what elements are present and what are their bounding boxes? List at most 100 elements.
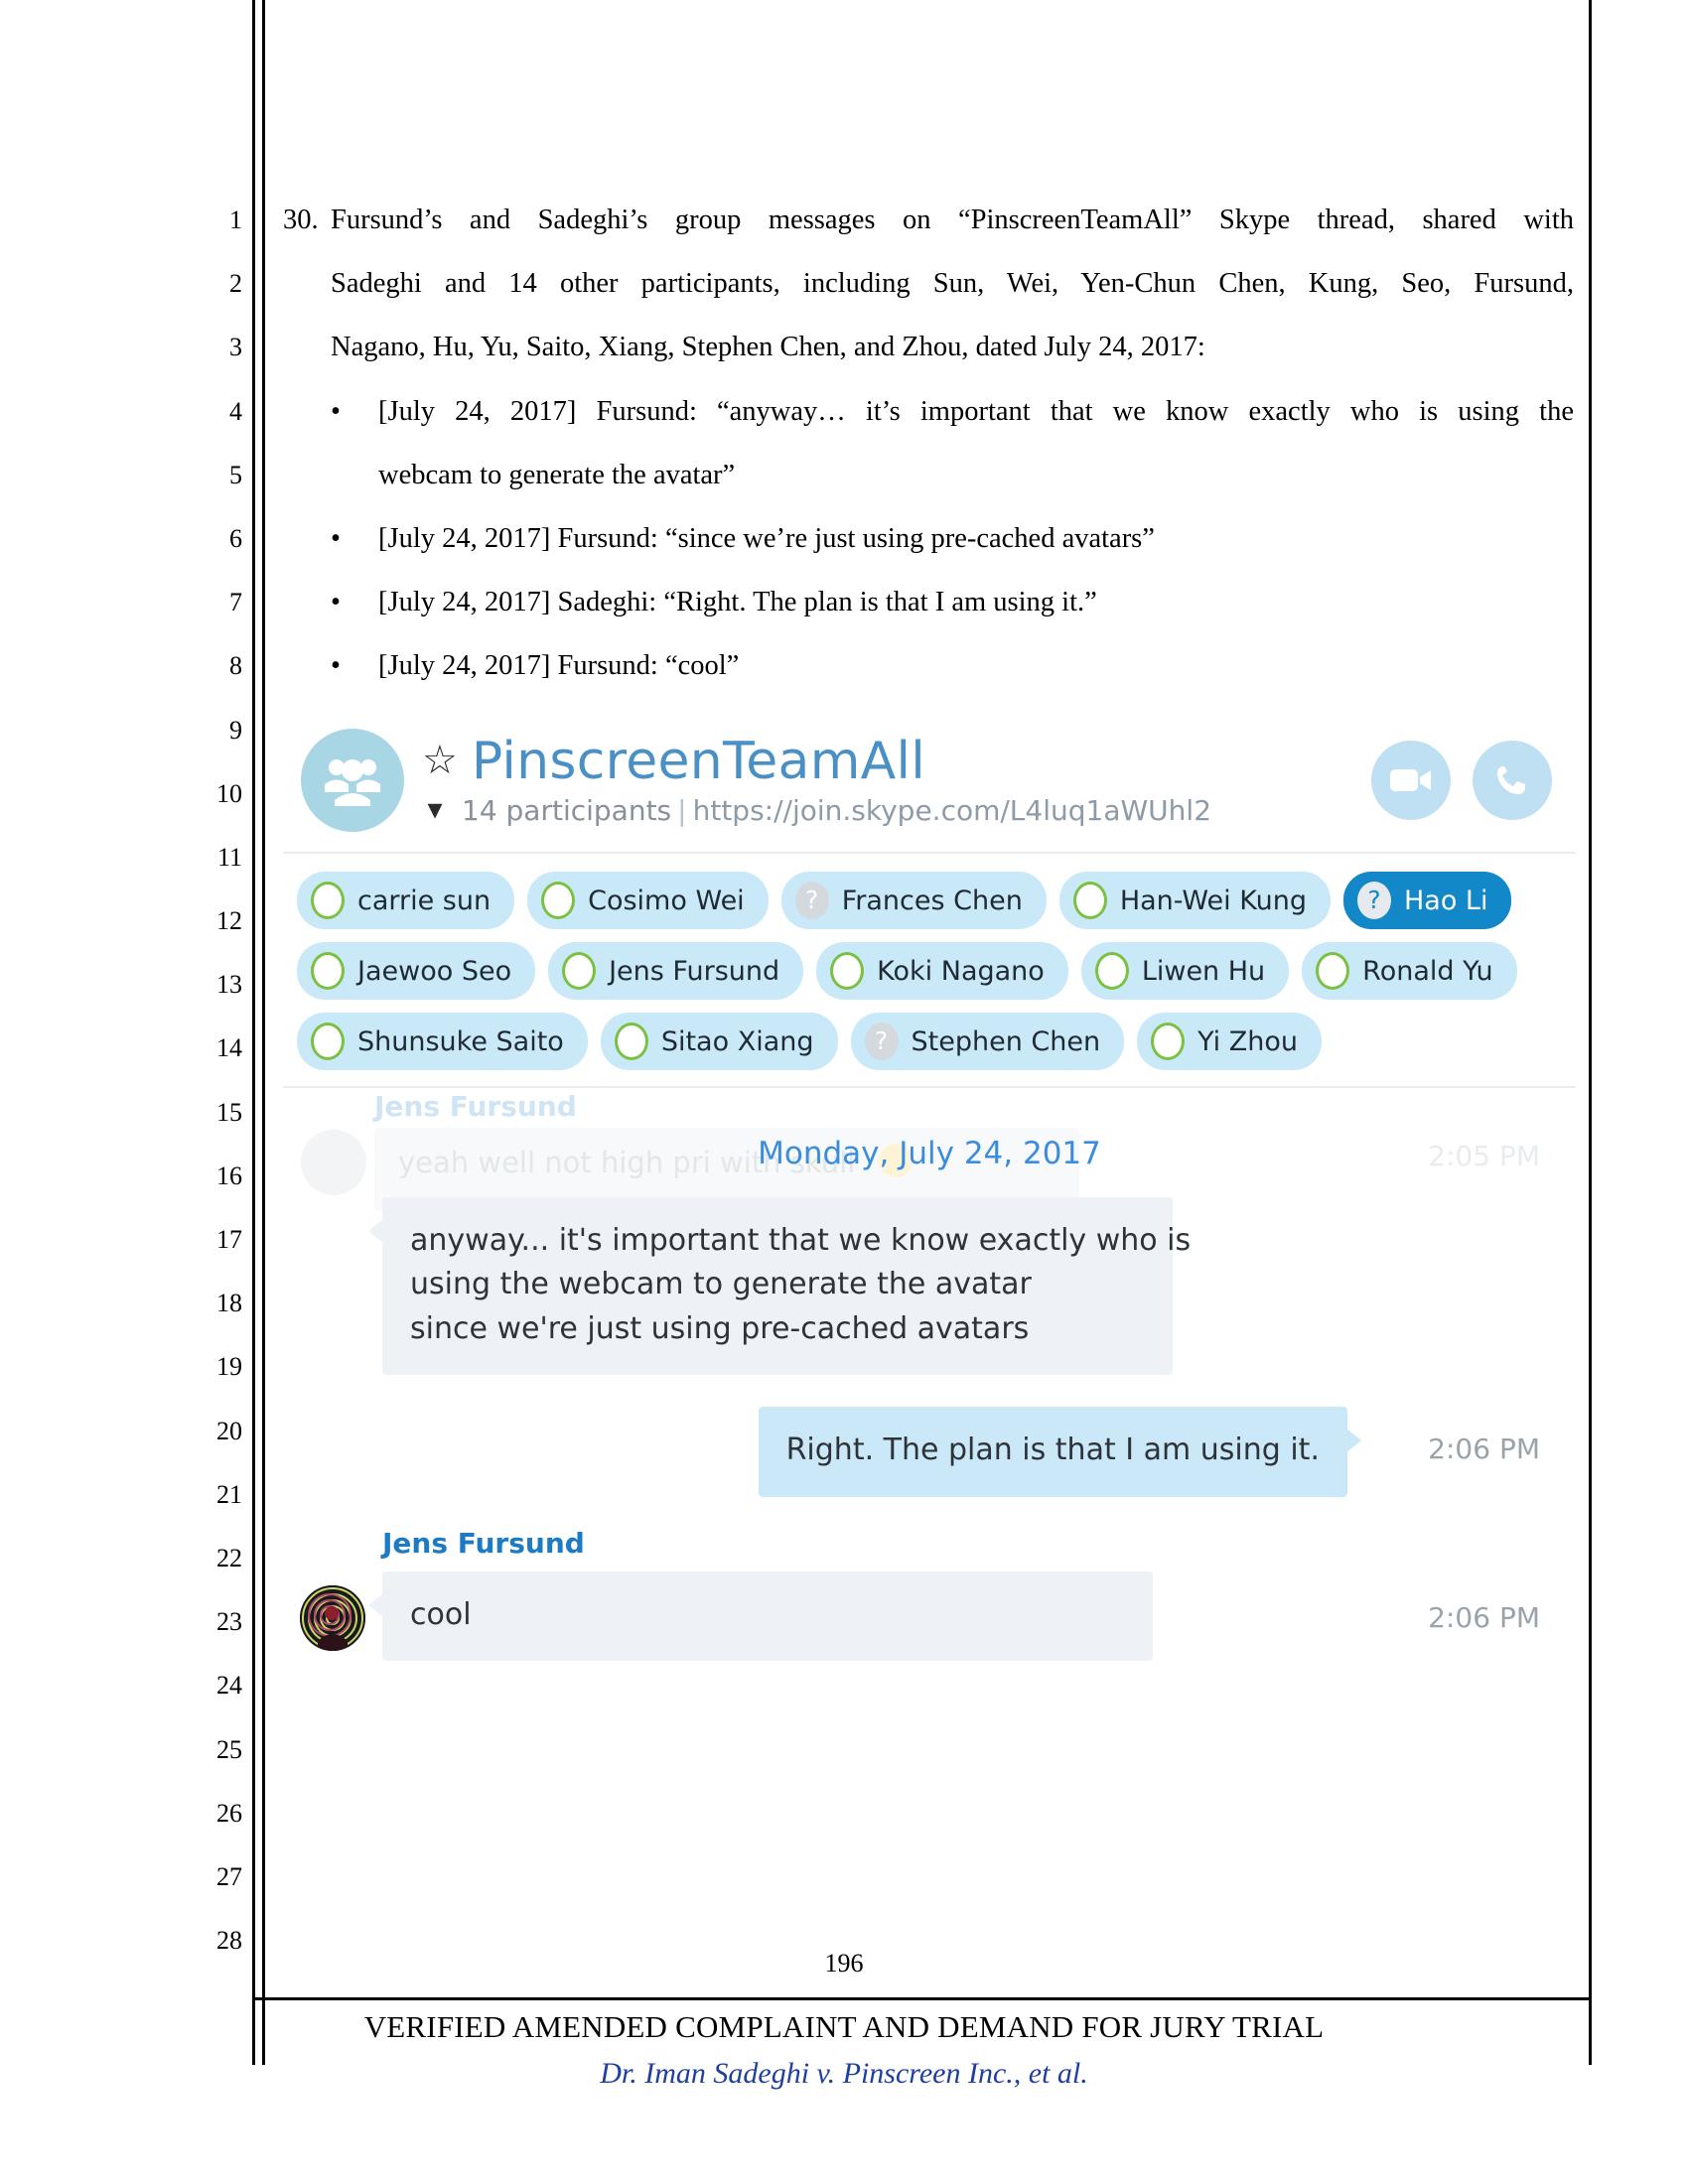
presence-online-icon (311, 882, 345, 919)
participant-name: Stephen Chen (911, 1025, 1101, 1057)
presence-unknown-icon: ? (1356, 882, 1391, 919)
message-row-incoming: cool 2:06 PM (283, 1570, 1576, 1661)
line-number: 24 (216, 1671, 242, 1701)
quoted-messages-list: • [July 24, 2017] Fursund: “anyway… it’s… (283, 380, 1574, 699)
line-number: 19 (216, 1352, 242, 1382)
line-number: 9 (229, 715, 242, 745)
message-row-outgoing: Right. The plan is that I am using it. 2… (283, 1407, 1576, 1497)
line-number-column: 1 2 3 4 5 6 7 8 9 10 11 12 13 14 15 16 1… (199, 189, 242, 1973)
participant-chip[interactable]: Ronald Yu (1302, 942, 1517, 1000)
participant-chip-selected[interactable]: ? Hao Li (1342, 872, 1512, 929)
right-margin-rule (1589, 0, 1592, 2065)
line-number: 27 (216, 1861, 242, 1891)
message-text-line: using the webcam to generate the avatar (410, 1267, 1032, 1302)
participant-name: Jens Fursund (609, 955, 780, 987)
conversation-subtitle: 14 participants | https://join.skype.com/L… (462, 794, 1211, 827)
participant-chip[interactable]: carrie sun (297, 872, 515, 929)
left-margin-rule-outer (252, 0, 255, 2065)
line-number: 8 (229, 651, 242, 681)
paragraph-line-3: Nagano, Hu, Yu, Saito, Xiang, Stephen Ch… (331, 332, 1205, 363)
participant-chip[interactable]: Liwen Hu (1080, 942, 1290, 1000)
message-bubble-incoming[interactable]: cool (368, 1570, 1153, 1661)
participant-name: Koki Nagano (877, 955, 1045, 987)
document-body: 30. Fursund’s and Sadeghi’s group messag… (283, 189, 1574, 699)
chevron-down-icon[interactable]: ▾ (422, 795, 448, 825)
participant-chip[interactable]: Jens Fursund (548, 942, 804, 1000)
line-number: 14 (216, 1033, 242, 1063)
line-number: 21 (216, 1479, 242, 1509)
line-number: 18 (216, 1289, 242, 1318)
paragraph-line-1: Fursund’s and Sadeghi’s group messages o… (331, 205, 1574, 235)
participant-chip[interactable]: Sitao Xiang (600, 1013, 838, 1070)
participant-count-label: 14 participants (462, 793, 672, 827)
avatar-column (283, 1571, 382, 1651)
presence-online-icon (311, 952, 345, 990)
presence-online-icon (1151, 1023, 1186, 1060)
skype-header: ☆ PinscreenTeamAll ▾ 14 participants | htt… (283, 713, 1576, 854)
avatar-column (283, 1197, 382, 1211)
presence-online-icon (311, 1023, 345, 1060)
court-document-page: 1 2 3 4 5 6 7 8 9 10 11 12 13 14 15 16 1… (0, 0, 1688, 2184)
participant-chip-row: Shunsuke Saito Sitao Xiang ? Stephen Che… (297, 1013, 1562, 1070)
participant-chip[interactable]: Cosimo Wei (527, 872, 769, 929)
participant-name: Han-Wei Kung (1119, 885, 1307, 916)
participant-chip[interactable]: ? Frances Chen (780, 872, 1047, 929)
phone-icon[interactable] (1473, 741, 1552, 820)
date-divider-label: Monday, July 24, 2017 (758, 1136, 1101, 1171)
line-number: 16 (216, 1160, 242, 1190)
participant-chip[interactable]: Shunsuke Saito (297, 1013, 588, 1070)
skype-header-text: ☆ PinscreenTeamAll ▾ 14 participants | htt… (404, 734, 1371, 826)
message-bubble-outgoing[interactable]: Right. The plan is that I am using it. (758, 1407, 1362, 1497)
message-text-line: cool (410, 1596, 472, 1632)
faded-message-time: 2:05 PM (1428, 1140, 1540, 1172)
participant-name: Frances Chen (841, 885, 1023, 916)
participant-chip[interactable]: Han-Wei Kung (1058, 872, 1331, 929)
participant-name: Yi Zhou (1197, 1025, 1298, 1057)
participant-name: carrie sun (357, 885, 492, 916)
footer-subtitle: Dr. Iman Sadeghi v. Pinscreen Inc., et a… (600, 2057, 1088, 2090)
participant-name: Jaewoo Seo (357, 955, 512, 987)
participant-chip[interactable]: Jaewoo Seo (297, 942, 536, 1000)
line-number: 20 (216, 1416, 242, 1445)
participant-chip[interactable]: ? Stephen Chen (850, 1013, 1125, 1070)
participant-name: Sitao Xiang (660, 1025, 814, 1057)
presence-online-icon (1072, 882, 1107, 919)
line-number: 6 (229, 523, 242, 553)
video-camera-icon[interactable] (1371, 741, 1451, 820)
participant-chip[interactable]: Yi Zhou (1137, 1013, 1322, 1070)
conversation-title: PinscreenTeamAll (471, 732, 926, 792)
message-text-line: anyway... it's important that we know ex… (410, 1223, 1192, 1258)
bullet-dot-icon: • (331, 587, 341, 618)
presence-online-icon (614, 1023, 648, 1060)
line-number: 22 (216, 1543, 242, 1572)
presence-unknown-icon: ? (864, 1023, 899, 1060)
date-divider: Monday, July 24, 2017 2:05 PM (283, 1096, 1576, 1185)
bullet-line-1: [July 24, 2017] Fursund: “cool” (378, 650, 740, 682)
participant-chip-row: carrie sun Cosimo Wei ? Frances Chen Han… (297, 872, 1562, 929)
avatar[interactable] (300, 1584, 365, 1651)
bullet-dot-icon: • (331, 395, 341, 427)
list-item: • [July 24, 2017] Sadeghi: “Right. The p… (283, 571, 1574, 634)
skype-conversation-screenshot: ☆ PinscreenTeamAll ▾ 14 participants | htt… (283, 713, 1576, 1691)
line-number: 11 (216, 842, 242, 872)
people-group-icon (301, 729, 404, 832)
participant-name: Cosimo Wei (588, 885, 745, 916)
page-number: 196 (824, 1949, 864, 1978)
list-item: • [July 24, 2017] Fursund: “anyway… it’s… (283, 380, 1574, 507)
line-number: 15 (216, 1097, 242, 1127)
join-url-link[interactable]: https://join.skype.com/L4luq1aWUhl2 (693, 794, 1211, 827)
message-text-line: since we're just using pre-cached avatar… (410, 1310, 1030, 1346)
line-number: 7 (229, 588, 242, 617)
bullet-line-2: webcam to generate the avatar” (378, 459, 736, 490)
message-bubble-incoming[interactable]: anyway... it's important that we know ex… (368, 1197, 1192, 1376)
line-number: 5 (229, 460, 242, 489)
star-icon[interactable]: ☆ (422, 741, 458, 780)
participant-name: Ronald Yu (1362, 955, 1493, 987)
participant-chip[interactable]: Koki Nagano (816, 942, 1068, 1000)
line-number: 17 (216, 1225, 242, 1254)
footer-title: VERIFIED AMENDED COMPLAINT AND DEMAND FO… (363, 2009, 1325, 2044)
bullet-dot-icon: • (331, 523, 341, 555)
line-number: 10 (216, 778, 242, 808)
subtitle-separator: | (677, 793, 687, 827)
presence-online-icon (1316, 952, 1350, 990)
